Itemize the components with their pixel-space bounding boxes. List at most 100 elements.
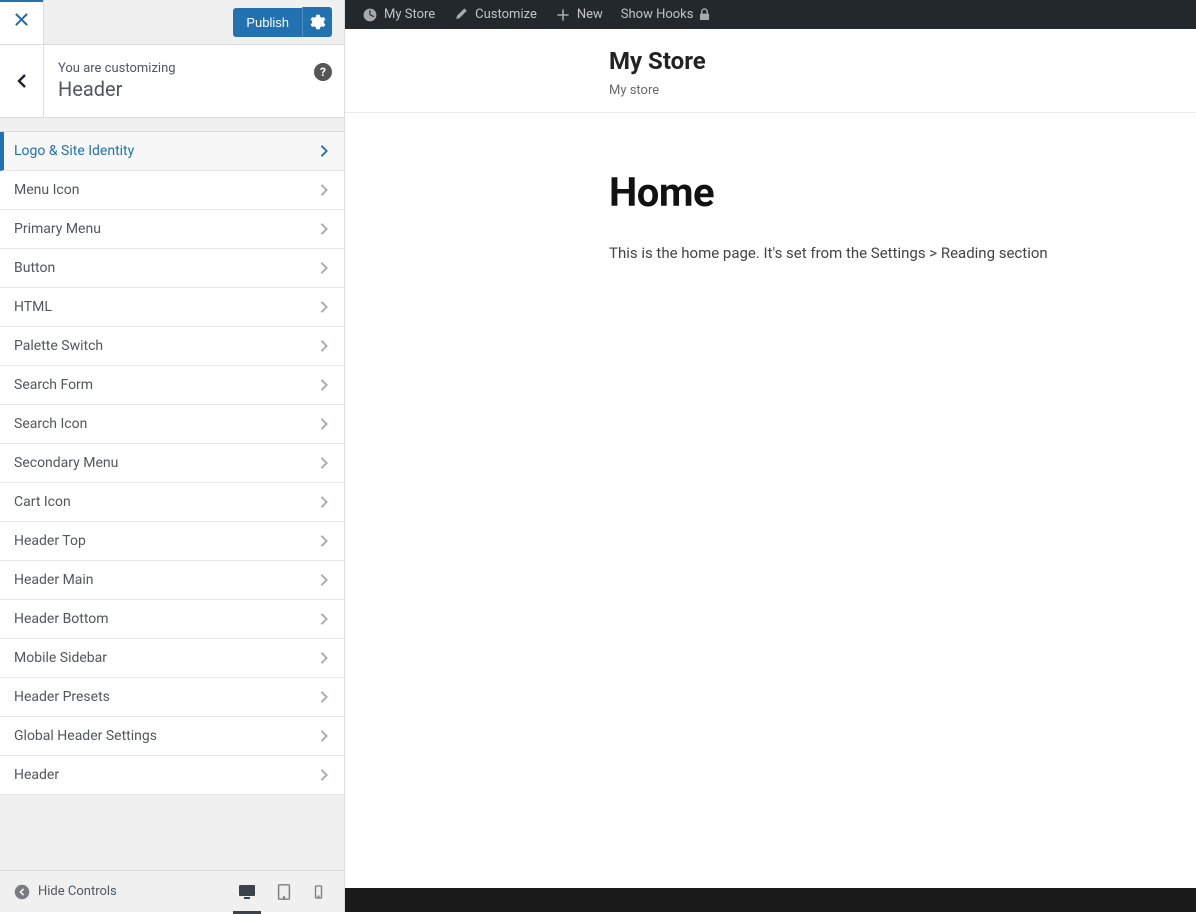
section-spacer <box>0 118 344 132</box>
menu-item[interactable]: Header Top <box>0 522 344 561</box>
menu-item-label: HTML <box>14 299 52 315</box>
dashboard-icon <box>362 7 378 23</box>
device-switcher <box>237 882 334 902</box>
publish-area: Publish <box>44 0 344 44</box>
chevron-right-icon <box>318 456 330 470</box>
chevron-right-icon <box>318 300 330 314</box>
chevron-left-icon <box>15 73 29 89</box>
menu-item-label: Header Main <box>14 572 94 588</box>
menu-item-label: Secondary Menu <box>14 455 118 471</box>
sidebar-top: Publish <box>0 0 344 45</box>
chevron-right-icon <box>318 417 330 431</box>
hide-controls-label: Hide Controls <box>38 884 117 899</box>
help-icon[interactable]: ? <box>314 63 332 81</box>
customizing-label: You are customizing <box>58 61 330 76</box>
back-button[interactable] <box>0 45 44 117</box>
menu-item-label: Search Form <box>14 377 93 393</box>
adminbar-new[interactable]: New <box>546 0 612 29</box>
adminbar-customize-label: Customize <box>475 7 537 22</box>
menu-item-label: Header Top <box>14 533 86 549</box>
gear-icon <box>310 14 326 30</box>
menu-item-label: Menu Icon <box>14 182 79 198</box>
chevron-right-icon <box>318 729 330 743</box>
site-title[interactable]: My Store <box>609 47 1196 77</box>
menu-item[interactable]: Header Bottom <box>0 600 344 639</box>
adminbar-customize[interactable]: Customize <box>444 0 546 29</box>
preview-pane: My Store Customize New Show Hooks My Sto… <box>345 0 1196 912</box>
site-tagline: My store <box>609 83 1196 98</box>
admin-bar: My Store Customize New Show Hooks <box>345 0 1196 29</box>
chevron-right-icon <box>318 651 330 665</box>
menu-item[interactable]: Header Presets <box>0 678 344 717</box>
menu-item[interactable]: Header <box>0 756 344 795</box>
chevron-right-icon <box>318 261 330 275</box>
menu-item[interactable]: Mobile Sidebar <box>0 639 344 678</box>
close-icon <box>14 12 29 27</box>
menu-item-label: Header Bottom <box>14 611 109 627</box>
adminbar-show-hooks[interactable]: Show Hooks <box>612 0 720 29</box>
chevron-right-icon <box>318 768 330 782</box>
menu-item-label: Global Header Settings <box>14 728 157 744</box>
chevron-right-icon <box>318 495 330 509</box>
menu-item[interactable]: HTML <box>0 288 344 327</box>
menu-item[interactable]: Button <box>0 249 344 288</box>
brush-icon <box>453 7 469 23</box>
section-title: Header <box>58 76 330 102</box>
device-desktop[interactable] <box>237 882 257 902</box>
menu-item[interactable]: Search Icon <box>0 405 344 444</box>
adminbar-site[interactable]: My Store <box>353 0 444 29</box>
chevron-right-icon <box>318 612 330 626</box>
chevron-right-icon <box>318 534 330 548</box>
menu-item-label: Primary Menu <box>14 221 101 237</box>
publish-settings-button[interactable] <box>302 7 332 37</box>
chevron-right-icon <box>318 378 330 392</box>
adminbar-new-label: New <box>577 7 603 22</box>
site-header: My Store My store <box>345 29 1196 113</box>
menu-item-label: Header Presets <box>14 689 110 705</box>
page-title: Home <box>609 169 1196 216</box>
menu-item-label: Palette Switch <box>14 338 103 354</box>
collapse-icon <box>14 884 30 900</box>
section-header: You are customizing Header ? <box>0 45 344 118</box>
menu-item[interactable]: Primary Menu <box>0 210 344 249</box>
chevron-right-icon <box>318 573 330 587</box>
chevron-right-icon <box>318 690 330 704</box>
desktop-icon <box>237 882 257 902</box>
device-tablet[interactable] <box>275 883 293 901</box>
menu-item[interactable]: Cart Icon <box>0 483 344 522</box>
page-content: Home This is the home page. It's set fro… <box>345 113 1196 262</box>
adminbar-show-hooks-label: Show Hooks <box>621 7 694 22</box>
menu-item-label: Logo & Site Identity <box>14 143 134 159</box>
plus-icon <box>555 7 571 23</box>
publish-button[interactable]: Publish <box>233 8 302 37</box>
menu-item-label: Search Icon <box>14 416 87 432</box>
menu-item[interactable]: Header Main <box>0 561 344 600</box>
tablet-icon <box>275 883 293 901</box>
mobile-icon <box>311 883 326 901</box>
section-info: You are customizing Header ? <box>44 51 344 112</box>
menu-item-label: Mobile Sidebar <box>14 650 107 666</box>
chevron-right-icon <box>318 144 330 158</box>
sidebar-footer: Hide Controls <box>0 870 344 912</box>
page-body: This is the home page. It's set from the… <box>609 244 1196 262</box>
menu-item[interactable]: Logo & Site Identity <box>0 132 344 171</box>
menu-item[interactable]: Global Header Settings <box>0 717 344 756</box>
customizer-sidebar: Publish You are customizing Header ? Log… <box>0 0 345 912</box>
menu-item-label: Button <box>14 260 55 276</box>
close-button[interactable] <box>0 0 44 44</box>
site-footer <box>345 888 1196 912</box>
adminbar-site-name: My Store <box>384 7 435 22</box>
menu-item-label: Header <box>14 767 59 783</box>
menu-list: Logo & Site Identity Menu Icon Primary Men… <box>0 132 344 870</box>
chevron-right-icon <box>318 183 330 197</box>
hide-controls-button[interactable]: Hide Controls <box>10 884 121 900</box>
lock-icon <box>699 8 710 21</box>
menu-item[interactable]: Palette Switch <box>0 327 344 366</box>
menu-item[interactable]: Menu Icon <box>0 171 344 210</box>
menu-item-label: Cart Icon <box>14 494 71 510</box>
menu-item[interactable]: Secondary Menu <box>0 444 344 483</box>
device-mobile[interactable] <box>311 883 326 901</box>
chevron-right-icon <box>318 222 330 236</box>
menu-item[interactable]: Search Form <box>0 366 344 405</box>
chevron-right-icon <box>318 339 330 353</box>
